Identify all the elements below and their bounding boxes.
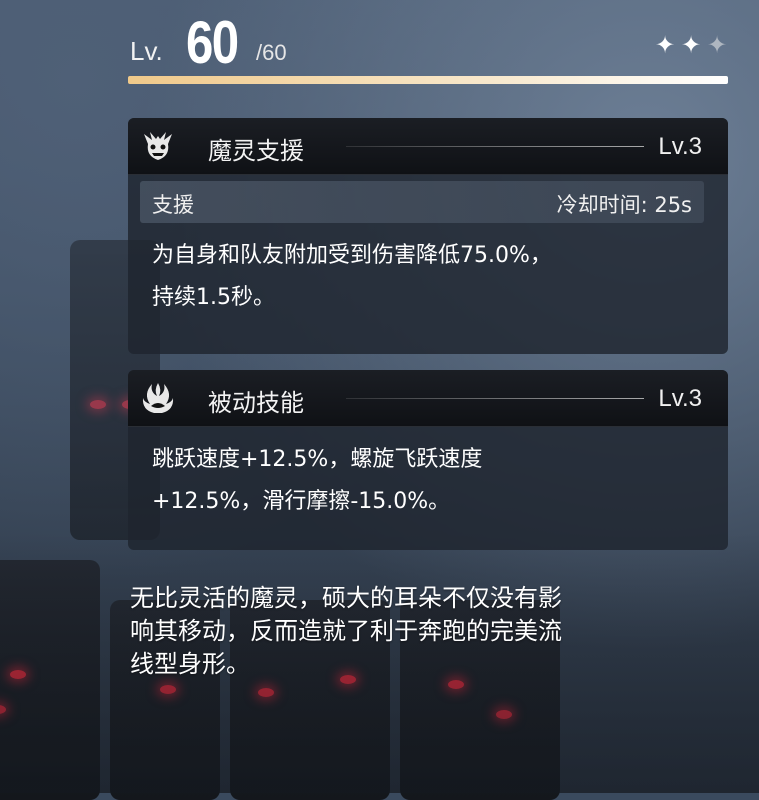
support-skill-cooldown: 冷却时间: 25s — [556, 193, 692, 217]
passive-skill-description: 跳跃速度+12.5%，螺旋飞跃速度 +12.5%，滑行摩擦-15.0%。 — [128, 427, 728, 537]
description-line: 跳跃速度+12.5%，螺旋飞跃速度 — [152, 447, 483, 472]
flavor-line: 线型身形。 — [130, 650, 250, 678]
passive-skill-card: 被动技能 Lv.3 跳跃速度+12.5%，螺旋飞跃速度 +12.5%，滑行摩擦-… — [128, 370, 728, 550]
support-skill-type: 支援 — [152, 193, 194, 217]
support-skill-card: 魔灵支援 Lv.3 支援 冷却时间: 25s 为自身和队友附加受到伤害降低75.… — [128, 118, 728, 354]
star-filled-icon: ✦ — [680, 31, 702, 59]
level-value: 60 — [186, 9, 239, 76]
passive-skill-header: 被动技能 Lv.3 — [128, 370, 728, 427]
level-header: Lv. 60 /60 ✦ ✦ ✦ — [130, 8, 728, 78]
description-line: 持续1.5秒。 — [152, 285, 275, 310]
star-empty-icon: ✦ — [706, 31, 728, 59]
description-line: 为自身和队友附加受到伤害降低75.0%， — [152, 243, 552, 268]
support-skill-info-row: 支援 冷却时间: 25s — [140, 181, 704, 223]
flavor-line: 响其移动，反而造就了利于奔跑的完美流 — [130, 617, 562, 645]
enemy-eye — [90, 400, 106, 409]
support-skill-description: 为自身和队友附加受到伤害降低75.0%， 持续1.5秒。 — [128, 223, 728, 333]
flavor-line: 无比灵活的魔灵，硕大的耳朵不仅没有影 — [130, 584, 562, 612]
description-line: +12.5%，滑行摩擦-15.0%。 — [152, 489, 451, 514]
star-rating: ✦ ✦ ✦ — [654, 31, 728, 59]
level-label: Lv. — [130, 36, 163, 66]
level-progress-bar — [128, 76, 728, 84]
header-divider-line — [346, 146, 644, 147]
support-skill-header: 魔灵支援 Lv.3 — [128, 118, 728, 175]
level-max: /60 — [256, 40, 287, 65]
support-skill-level: Lv.3 — [658, 133, 702, 160]
star-filled-icon: ✦ — [654, 31, 676, 59]
level-progress-fill — [128, 76, 728, 84]
passive-skill-level: Lv.3 — [658, 385, 702, 412]
character-flavor-text: 无比灵活的魔灵，硕大的耳朵不仅没有影 响其移动，反而造就了利于奔跑的完美流 线型… — [130, 582, 720, 681]
flame-claw-icon — [142, 383, 174, 413]
support-skill-title: 魔灵支援 — [208, 137, 304, 165]
header-divider-line — [346, 398, 644, 399]
demon-mask-icon — [144, 132, 172, 160]
passive-skill-title: 被动技能 — [208, 389, 304, 417]
